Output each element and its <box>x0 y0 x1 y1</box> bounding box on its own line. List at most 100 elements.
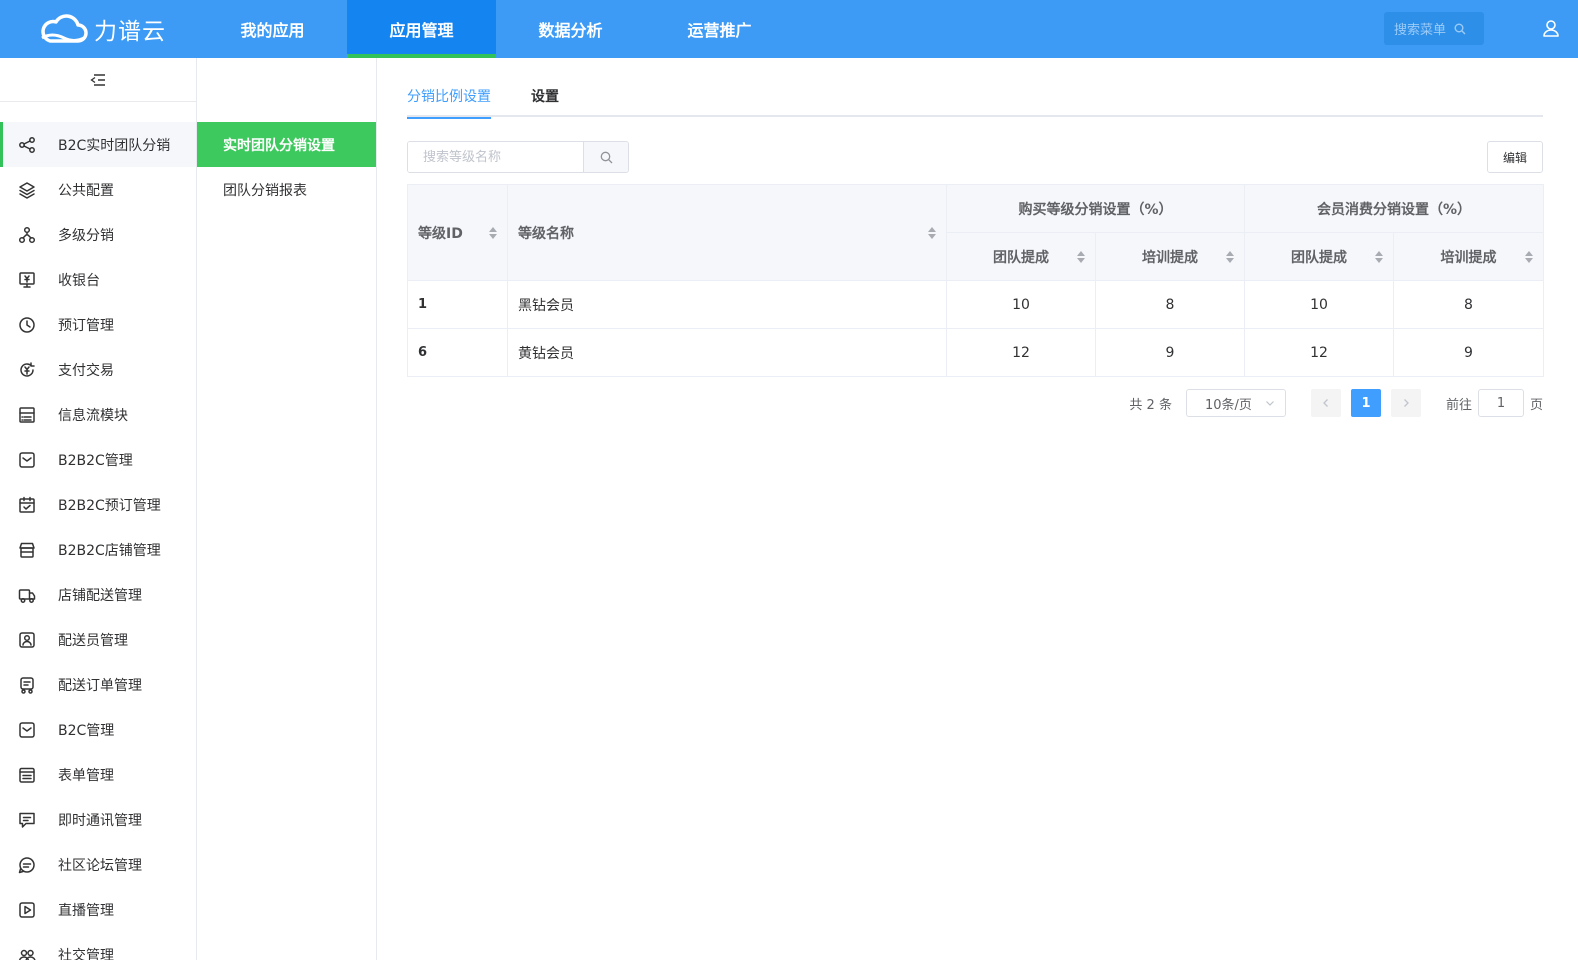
delivery-order-icon <box>18 676 36 694</box>
menu-search-input[interactable]: 搜索菜单 <box>1384 12 1484 45</box>
page-suffix: 页 <box>1529 397 1543 413</box>
cell-consume-train: 9 <box>1393 328 1544 377</box>
sidebar-item-label: 支付交易 <box>58 362 114 379</box>
sidebar-item-9[interactable]: B2B2C预订管理 <box>0 482 196 527</box>
level-search-input[interactable] <box>408 142 583 172</box>
group-header-buy: 购买等级分销设置（%） <box>946 184 1245 233</box>
sidebar-item-label: 即时通讯管理 <box>58 812 142 829</box>
edit-button[interactable]: 编辑 <box>1487 141 1543 173</box>
level-search-button[interactable] <box>583 142 628 172</box>
sidebar-item-14[interactable]: B2C管理 <box>0 707 196 752</box>
sidebar-item-18[interactable]: 直播管理 <box>0 887 196 932</box>
cell-id: 6 <box>407 328 508 377</box>
collapse-menu-icon[interactable] <box>90 73 106 87</box>
menu-search-placeholder: 搜索菜单 <box>1394 23 1447 38</box>
sidebar-item-3[interactable]: 多级分销 <box>0 212 196 257</box>
cell-buy-team: 10 <box>946 280 1096 329</box>
sidebar-item-label: 多级分销 <box>58 227 114 244</box>
sidebar-item-19[interactable]: 社交管理 <box>0 932 196 960</box>
cell-buy-team: 12 <box>946 328 1096 377</box>
sidebar-item-label: 配送订单管理 <box>58 677 142 694</box>
sidebar-item-10[interactable]: B2B2C店铺管理 <box>0 527 196 572</box>
nav-data-analysis[interactable]: 数据分析 <box>496 0 645 58</box>
col-header-name[interactable]: 等级名称 <box>507 184 947 281</box>
sort-caret-icon[interactable] <box>489 226 497 239</box>
col-header-buy-team[interactable]: 团队提成 <box>946 232 1096 281</box>
hierarchy-icon <box>18 226 36 244</box>
nav-app-management[interactable]: 应用管理 <box>347 0 496 58</box>
sort-caret-icon[interactable] <box>928 226 936 239</box>
sidebar-item-6[interactable]: 支付交易 <box>0 347 196 392</box>
cell-buy-train: 9 <box>1095 328 1245 377</box>
cell-name: 黄钻会员 <box>507 328 947 377</box>
sidebar-item-5[interactable]: 预订管理 <box>0 302 196 347</box>
goto-page-input[interactable] <box>1477 389 1524 417</box>
col-header-label: 培训提成 <box>1142 249 1198 266</box>
submenu: 实时团队分销设置 团队分销报表 <box>197 58 377 960</box>
col-header-id[interactable]: 等级ID <box>407 184 508 281</box>
sidebar-item-7[interactable]: 信息流模块 <box>0 392 196 437</box>
calendar-check-icon <box>18 496 36 514</box>
top-bar: 力谱云 我的应用 应用管理 数据分析 运营推广 搜索菜单 <box>0 0 1578 58</box>
sidebar-item-1[interactable]: B2C实时团队分销 <box>0 122 196 167</box>
tab-settings[interactable]: 设置 <box>531 82 559 117</box>
sidebar-item-label: 配送员管理 <box>58 632 128 649</box>
col-header-buy-train[interactable]: 培训提成 <box>1095 232 1245 281</box>
play-icon <box>18 901 36 919</box>
sort-caret-icon[interactable] <box>1226 250 1234 263</box>
sidebar-item-label: B2C管理 <box>58 722 115 739</box>
page-size-select[interactable]: 10条/页 <box>1185 389 1286 417</box>
goto-page: 前往 页 <box>1446 389 1543 417</box>
tab-ratio-settings[interactable]: 分销比例设置 <box>407 82 491 119</box>
table-row[interactable]: 6 黄钻会员 12 9 12 9 <box>407 328 1544 377</box>
page-size-value: 10条/页 <box>1204 397 1252 413</box>
sidebar-item-11[interactable]: 店铺配送管理 <box>0 572 196 617</box>
chevron-left-icon <box>1323 399 1328 407</box>
table-row[interactable]: 1 黑钻会员 10 8 10 8 <box>407 280 1544 329</box>
sidebar-item-2[interactable]: 公共配置 <box>0 167 196 212</box>
sidebar-item-4[interactable]: 收银台 <box>0 257 196 302</box>
sidebar-item-13[interactable]: 配送订单管理 <box>0 662 196 707</box>
pagination: 共 2 条 10条/页 1 前往 页 <box>407 389 1543 417</box>
col-header-label: 培训提成 <box>1440 249 1497 266</box>
sidebar-item-label: 店铺配送管理 <box>58 587 142 604</box>
col-header-consume-team[interactable]: 团队提成 <box>1244 232 1394 281</box>
nav-operations[interactable]: 运营推广 <box>645 0 794 58</box>
col-header-id-label: 等级ID <box>418 225 463 242</box>
sidebar-item-8[interactable]: B2B2C管理 <box>0 437 196 482</box>
sidebar: B2C实时团队分销 公共配置多级分销收银台预订管理支付交易信息流模块 B2B2C管理… <box>0 58 197 960</box>
truck-icon <box>18 586 36 604</box>
clock-icon <box>18 316 36 334</box>
submenu-item-realtime-settings[interactable]: 实时团队分销设置 <box>197 122 376 167</box>
sidebar-item-label: 社交管理 <box>58 947 114 960</box>
submenu-item-team-report[interactable]: 团队分销报表 <box>197 167 376 212</box>
store-icon <box>18 541 36 559</box>
feed-icon <box>18 406 36 424</box>
share-icon <box>18 136 36 154</box>
box-icon <box>18 721 36 739</box>
sort-caret-icon[interactable] <box>1525 250 1533 263</box>
next-page-button[interactable] <box>1390 389 1421 417</box>
cell-consume-train: 8 <box>1393 280 1544 329</box>
prev-page-button[interactable] <box>1310 389 1341 417</box>
page-number[interactable]: 1 <box>1350 389 1381 417</box>
logo[interactable]: 力谱云 <box>38 10 166 48</box>
sidebar-item-label: 直播管理 <box>58 902 114 919</box>
sort-caret-icon[interactable] <box>1375 250 1383 263</box>
sidebar-item-16[interactable]: 即时通讯管理 <box>0 797 196 842</box>
sidebar-menu: B2C实时团队分销 公共配置多级分销收银台预订管理支付交易信息流模块 B2B2C管理… <box>0 122 196 960</box>
user-icon[interactable] <box>1542 19 1560 37</box>
sidebar-item-17[interactable]: 社区论坛管理 <box>0 842 196 887</box>
sidebar-item-15[interactable]: 表单管理 <box>0 752 196 797</box>
nav-my-apps[interactable]: 我的应用 <box>198 0 347 58</box>
sidebar-item-label: 收银台 <box>58 272 100 289</box>
total-count: 共 2 条 <box>1129 397 1172 413</box>
sort-caret-icon[interactable] <box>1077 250 1085 263</box>
cell-name: 黑钻会员 <box>507 280 947 329</box>
sidebar-item-12[interactable]: 配送员管理 <box>0 617 196 662</box>
collapse-row <box>0 58 196 102</box>
sidebar-item-label: 社区论坛管理 <box>58 857 142 874</box>
chat-icon <box>18 811 36 829</box>
payment-icon <box>18 361 36 379</box>
col-header-consume-train[interactable]: 培训提成 <box>1393 232 1544 281</box>
